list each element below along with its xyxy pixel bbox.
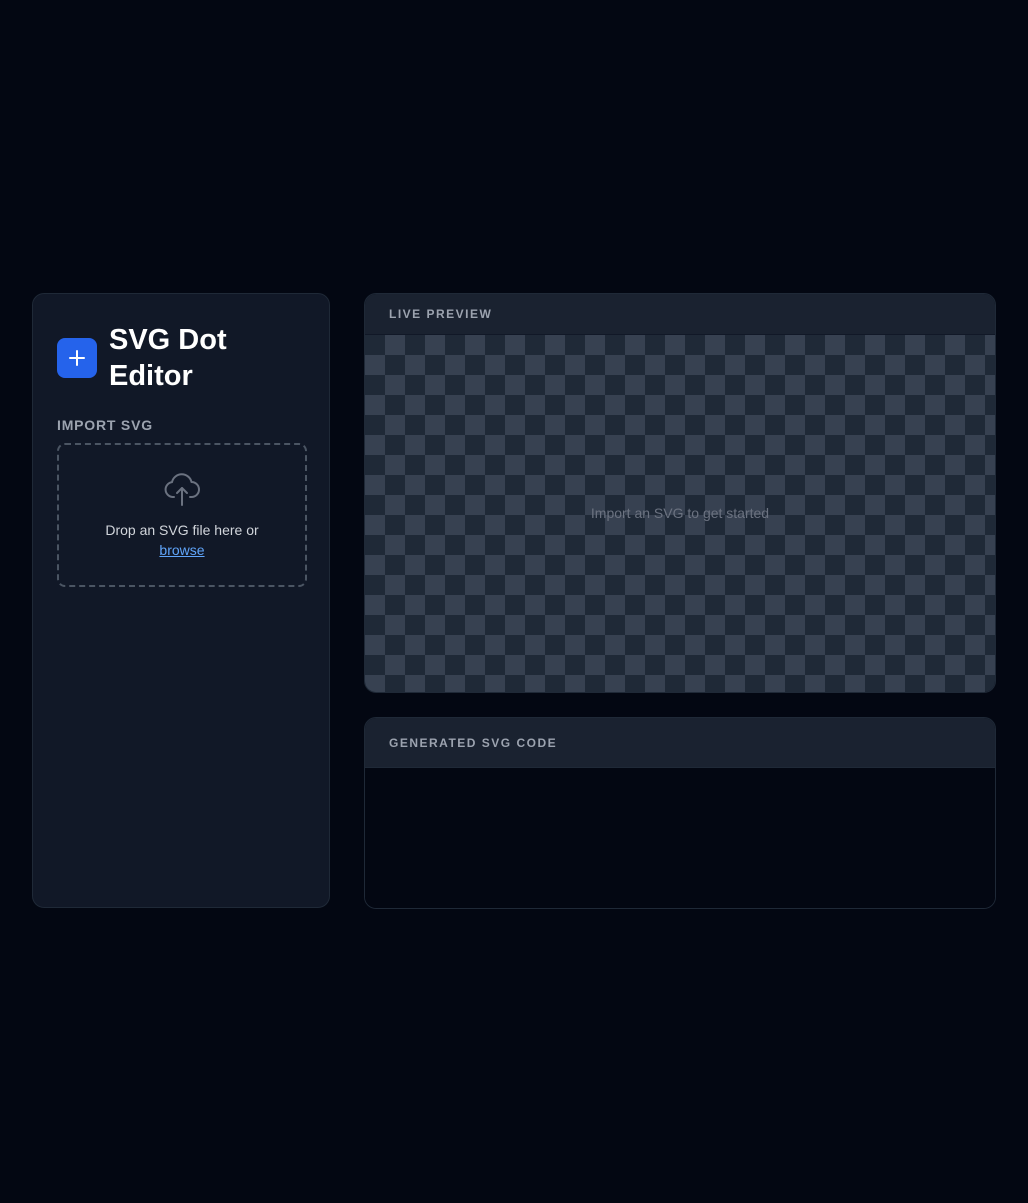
app-header: SVG Dot Editor — [57, 322, 279, 394]
generated-code-header: GENERATED SVG CODE — [365, 718, 995, 768]
generated-code-panel: GENERATED SVG CODE — [364, 717, 996, 909]
live-preview-header: LIVE PREVIEW — [365, 294, 995, 335]
preview-empty-message: Import an SVG to get started — [590, 505, 770, 521]
logo-badge[interactable] — [57, 338, 97, 378]
import-section-label: IMPORT SVG — [57, 417, 153, 433]
svg-dropzone[interactable]: Drop an SVG file here or browse — [57, 443, 307, 587]
browse-link[interactable]: browse — [159, 542, 204, 558]
generated-code-output[interactable] — [365, 768, 995, 908]
drop-instructions: Drop an SVG file here or browse — [59, 520, 305, 560]
cloud-upload-icon — [164, 473, 200, 506]
live-preview-panel: LIVE PREVIEW Import an SVG to get starte… — [364, 293, 996, 693]
app-title: SVG Dot Editor — [109, 324, 227, 392]
preview-canvas[interactable]: Import an SVG to get started — [365, 335, 995, 692]
drop-text: Drop an SVG file here or — [105, 522, 259, 538]
sidebar-panel: SVG Dot Editor IMPORT SVG Drop an SVG fi… — [32, 293, 330, 908]
plus-icon — [69, 350, 85, 366]
